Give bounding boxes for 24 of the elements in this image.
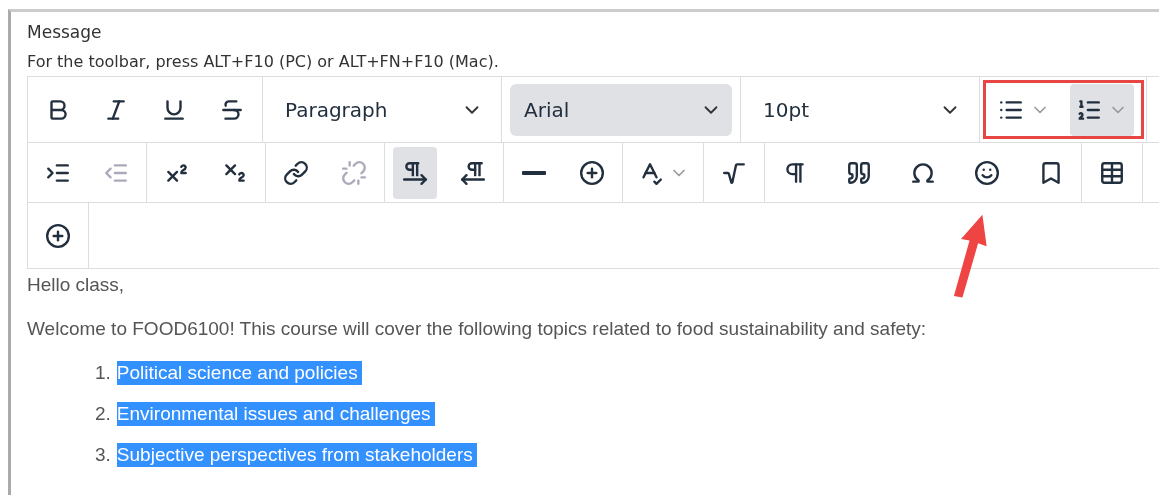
insert-icon xyxy=(579,159,605,186)
body-text: Welcome to FOOD6100! This course will cover the following topics related to food sustainability and safety: xyxy=(27,317,928,341)
left-to-right-button[interactable] xyxy=(393,146,437,199)
numbered-list-button[interactable] xyxy=(1070,83,1134,136)
left-to-right-icon xyxy=(402,159,428,186)
smiley-icon xyxy=(974,159,1000,186)
list-item-text: Environmental issues and challenges xyxy=(116,402,435,426)
dropdown[interactable]: Paragraph xyxy=(271,83,493,136)
body-text: Hello class, xyxy=(27,273,126,297)
field-label: Message xyxy=(27,22,103,44)
list-item-text: Political science and policies xyxy=(116,361,362,385)
list-item-text: Subjective perspectives from stakeholders xyxy=(116,443,477,467)
add-icon xyxy=(45,222,71,249)
table-icon xyxy=(1099,159,1125,186)
list-number: 1. xyxy=(95,361,111,385)
dropdown[interactable]: 10pt xyxy=(749,83,971,136)
quote-icon xyxy=(846,159,872,186)
list-number: 3. xyxy=(95,443,111,467)
unlink-icon xyxy=(341,159,367,186)
dropdown[interactable]: Arial xyxy=(510,83,732,136)
right-to-left-icon xyxy=(460,159,486,186)
link-icon xyxy=(283,159,309,186)
toolbar-hint: For the toolbar, press ALT+F10 (PC) or ALT+FN+F10 (Mac). xyxy=(27,51,500,73)
list-number: 2. xyxy=(95,402,111,426)
